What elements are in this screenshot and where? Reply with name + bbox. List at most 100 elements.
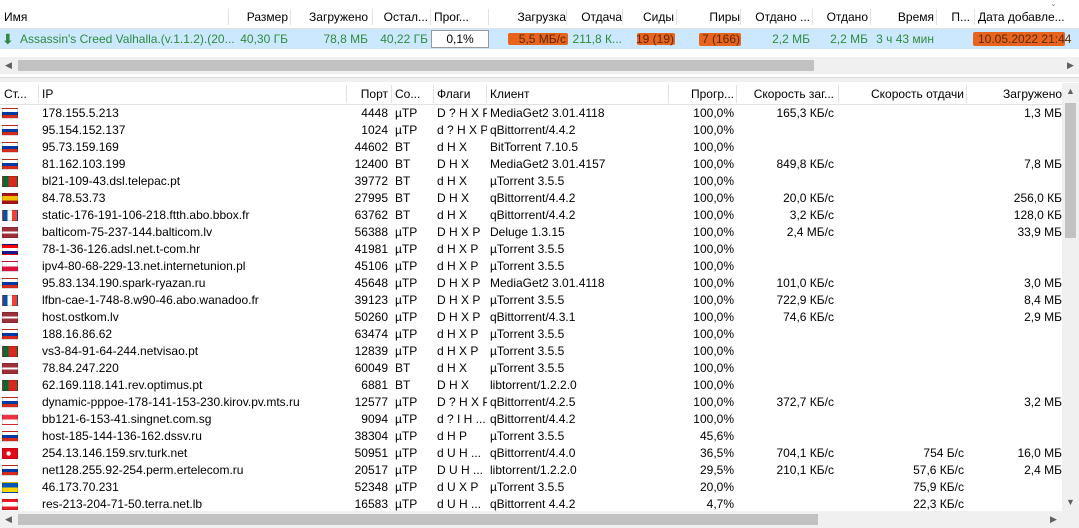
column-divider[interactable]	[736, 85, 737, 103]
scroll-left-icon[interactable]: ◀	[0, 511, 17, 528]
scroll-thumb[interactable]	[1065, 103, 1076, 238]
torrent-row[interactable]: ⬇ Assassin's Creed Valhalla.(v.1.1.2).(20…	[0, 29, 1079, 49]
column-header-downloaded[interactable]: Загружено	[294, 5, 368, 29]
peer-row[interactable]: 188.16.86.62 63474 µTP d H X P µTorrent 3.5.…	[0, 326, 1062, 343]
peer-row[interactable]: 78-1-36-126.adsl.net.t-com.hr 41981 µTP d H…	[0, 241, 1062, 258]
peer-row[interactable]: bb121-6-153-41.singnet.com.sg 9094 µTP d ? …	[0, 411, 1062, 428]
peer-row[interactable]: net128.255.92-254.perm.ertelecom.ru 20517…	[0, 462, 1062, 479]
column-header-remaining[interactable]: Остал...	[376, 5, 428, 29]
peer-downloaded	[970, 326, 1062, 343]
column-header-name[interactable]: Имя	[4, 5, 224, 29]
column-header-client[interactable]: Клиент	[490, 83, 665, 105]
column-header-up_speed[interactable]: Отдача	[570, 5, 622, 29]
column-divider[interactable]	[566, 9, 567, 25]
peer-row[interactable]: 81.162.103.199 12400 BT D H X MediaGet2 3.01…	[0, 156, 1062, 173]
peer-row[interactable]: 95.73.159.169 44602 BT d H X BitTorrent 7.10…	[0, 139, 1062, 156]
peer-row[interactable]: 78.84.247.220 60049 BT d H X µTorrent 3.5.5 1…	[0, 360, 1062, 377]
column-header-size[interactable]: Размер	[232, 5, 288, 29]
peer-row[interactable]: 84.78.53.73 27995 BT D H X qBittorrent/4.4.2…	[0, 190, 1062, 207]
column-header-ip[interactable]: IP	[42, 83, 342, 105]
column-header-seeds[interactable]: Сиды	[626, 5, 674, 29]
peer-row[interactable]: res-213-204-71-50.terra.net.lb 16583 µTP d …	[0, 496, 1062, 511]
scroll-thumb[interactable]	[18, 514, 818, 525]
column-header-downloaded[interactable]: Загружено	[970, 83, 1062, 105]
column-divider[interactable]	[870, 9, 871, 25]
peer-down_speed	[740, 411, 834, 428]
column-divider[interactable]	[676, 9, 677, 25]
column-header-p[interactable]: П...	[940, 5, 970, 29]
column-divider[interactable]	[668, 85, 669, 103]
peer-row[interactable]: 95.154.152.137 1024 µTP d ? H X PqBittorren…	[0, 122, 1062, 139]
peer-row[interactable]: vs3-84-91-64-244.netvisao.pt 12839 µTP d H …	[0, 343, 1062, 360]
torrent-list-scrollbar[interactable]: ◀ ▶	[0, 57, 1079, 74]
column-divider[interactable]	[740, 9, 741, 25]
column-divider[interactable]	[838, 85, 839, 103]
scroll-thumb[interactable]	[18, 60, 814, 71]
peer-row[interactable]: 95.83.134.190.spark-ryazan.ru 45648 µTP D H…	[0, 275, 1062, 292]
column-divider[interactable]	[974, 9, 975, 25]
column-header-conn[interactable]: Со...	[395, 83, 431, 105]
column-divider[interactable]	[391, 85, 392, 103]
column-header-down_speed[interactable]: Скорость заг...	[740, 83, 834, 105]
column-divider[interactable]	[228, 9, 229, 25]
peer-downloaded	[970, 241, 1062, 258]
peer-row[interactable]: ipv4-80-68-229-13.net.internetunion.pl 45…	[0, 258, 1062, 275]
column-divider[interactable]	[936, 9, 937, 25]
peer-row[interactable]: dynamic-pppoe-178-141-153-230.kirov.pv.m…	[0, 394, 1062, 411]
pane-splitter[interactable]	[0, 77, 1079, 82]
scroll-up-icon[interactable]: ▲	[1062, 83, 1079, 100]
column-divider[interactable]	[488, 9, 489, 25]
column-header-progress[interactable]: Прог...	[434, 5, 486, 29]
column-divider[interactable]	[812, 9, 813, 25]
peer-port: 38304	[354, 429, 388, 443]
peer-list-vertical-scrollbar[interactable]: ▲ ▼	[1062, 83, 1079, 511]
column-header-down_speed[interactable]: Загрузка	[492, 5, 566, 29]
column-divider[interactable]	[346, 85, 347, 103]
peer-row[interactable]: bl21-109-43.dsl.telepac.pt 39772 BT d H X µT…	[0, 173, 1062, 190]
peer-row[interactable]: 254.13.146.159.srv.turk.net 50951 µTP d U H…	[0, 445, 1062, 462]
peer-progress: 100,0%	[693, 395, 734, 409]
column-divider[interactable]	[622, 9, 623, 25]
column-header-peers[interactable]: Пиры	[680, 5, 740, 29]
scroll-right-icon[interactable]: ▶	[1045, 511, 1062, 528]
column-header-uploaded_total[interactable]: Отдано ...	[744, 5, 810, 29]
peer-conn: BT	[395, 191, 411, 205]
peer-list-horizontal-scrollbar[interactable]: ◀ ▶	[0, 511, 1079, 528]
peer-ip: net128.255.92-254.perm.ertelecom.ru	[42, 463, 244, 477]
column-header-time[interactable]: Время	[874, 5, 934, 29]
column-header-flags[interactable]: Флаги	[437, 83, 487, 105]
peer-row[interactable]: static-176-191-106-218.ftth.abo.bbox.fr 6…	[0, 207, 1062, 224]
peer-ip: bl21-109-43.dsl.telepac.pt	[42, 174, 181, 188]
flag-pt-icon	[2, 346, 18, 357]
torrent-p	[940, 29, 970, 49]
column-header-country[interactable]: Ст...	[4, 83, 34, 105]
peer-down_speed: 101,0 КБ/с	[776, 276, 834, 290]
column-divider[interactable]	[966, 85, 967, 103]
peer-ip: 62.169.118.141.rev.optimus.pt	[42, 378, 203, 392]
peer-client: libtorrent/1.2.2.0	[490, 378, 577, 392]
column-header-uploaded[interactable]: Отдано	[816, 5, 868, 29]
peer-row[interactable]: lfbn-cae-1-748-8.w90-46.abo.wanadoo.fr 39…	[0, 292, 1062, 309]
peer-downloaded: 16,0 МБ	[1017, 446, 1062, 460]
peer-row[interactable]: 46.173.70.231 52348 µTP d U X P µTorrent 3.5…	[0, 479, 1062, 496]
peer-row[interactable]: host.ostkom.lv 50260 µTP D H X P qBittorrent…	[0, 309, 1062, 326]
column-divider[interactable]	[290, 9, 291, 25]
scroll-right-icon[interactable]: ▶	[1062, 57, 1079, 74]
column-divider[interactable]	[433, 85, 434, 103]
column-header-port[interactable]: Порт	[350, 83, 388, 105]
peer-row[interactable]: host-185-144-136-162.dssv.ru 38304 µTP d H …	[0, 428, 1062, 445]
column-divider[interactable]	[486, 85, 487, 103]
peer-progress: 100,0%	[693, 208, 734, 222]
column-header-progress[interactable]: Прогр...	[672, 83, 734, 105]
column-divider[interactable]	[430, 9, 431, 25]
column-divider[interactable]	[38, 85, 39, 103]
peer-row[interactable]: balticom-75-237-144.balticom.lv 56388 µTP D…	[0, 224, 1062, 241]
scroll-down-icon[interactable]: ▼	[1062, 494, 1079, 511]
download-arrow-icon: ⬇	[2, 31, 14, 47]
scroll-left-icon[interactable]: ◀	[0, 57, 17, 74]
column-divider[interactable]	[372, 9, 373, 25]
column-header-up_speed[interactable]: Скорость отдачи	[842, 83, 964, 105]
peer-flags: D U H ...	[437, 463, 484, 477]
peer-row[interactable]: 62.169.118.141.rev.optimus.pt 6881 BT D H X…	[0, 377, 1062, 394]
peer-row[interactable]: 178.155.5.213 4448 µTP D ? H X P MediaGet2 3…	[0, 105, 1062, 122]
